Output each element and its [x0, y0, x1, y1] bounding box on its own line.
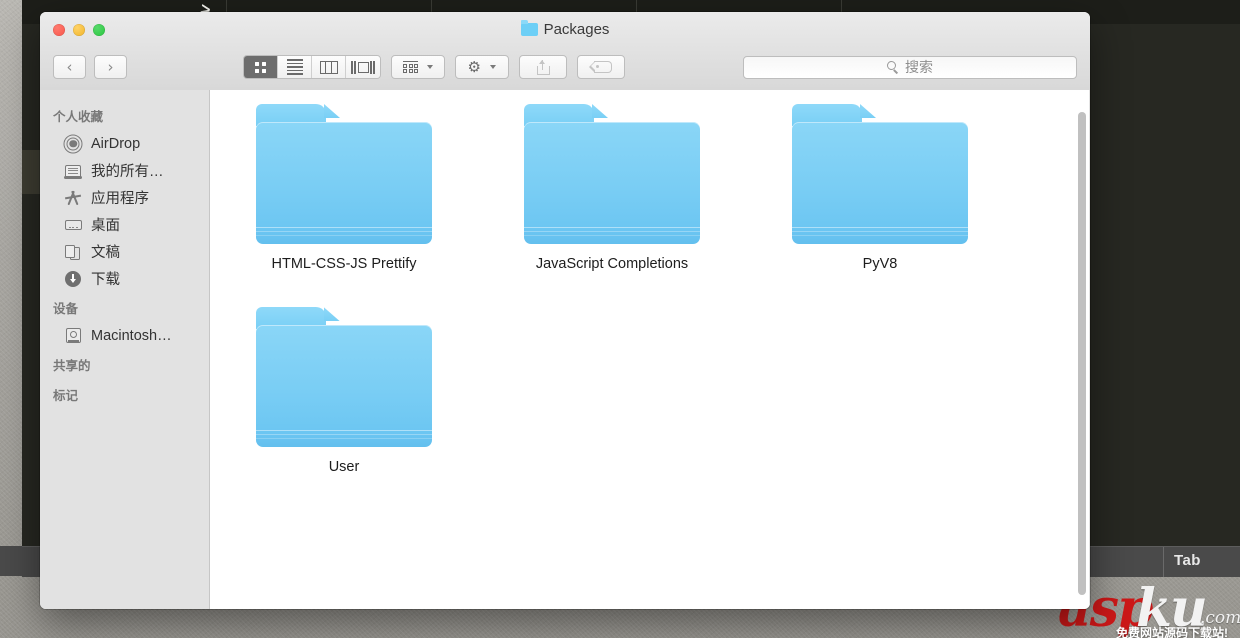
folder-icon: [256, 307, 432, 448]
sidebar-item-all-my-files[interactable]: 我的所有…: [40, 157, 209, 184]
hard-drive-icon: [64, 327, 82, 345]
applications-icon: [64, 189, 82, 207]
file-label: PyV8: [862, 256, 898, 272]
list-view-icon: [286, 59, 303, 75]
icon-view-button[interactable]: [244, 56, 278, 78]
chevron-down-icon: [490, 65, 497, 69]
folder-icon: [256, 104, 432, 244]
finder-toolbar[interactable]: ‹ › ⚙ 搜索: [40, 50, 1090, 84]
finder-sidebar[interactable]: 个人收藏 AirDrop 我的所有… 应用程序 桌面 文稿 下载 设备 Maci…: [40, 90, 210, 609]
sidebar-item-label: AirDrop: [91, 135, 141, 152]
file-item[interactable]: User: [210, 307, 478, 476]
file-item[interactable]: PyV8: [746, 104, 1014, 273]
screen: > Tab asp ku .com 免费网站源码下载站! Packages: [0, 0, 1240, 638]
file-item[interactable]: HTML-CSS-JS Prettify: [210, 104, 478, 273]
window-title: Packages: [40, 20, 1090, 38]
folder-icon: [792, 104, 968, 244]
action-menu-button[interactable]: ⚙: [455, 55, 509, 79]
view-mode-segmented-control[interactable]: [243, 55, 381, 79]
content-right-edge: [1089, 90, 1090, 609]
sidebar-item-label: 应用程序: [91, 191, 149, 207]
grid-view-icon: [255, 61, 266, 73]
sidebar-item-applications[interactable]: 应用程序: [40, 184, 209, 211]
all-my-files-icon: [64, 162, 82, 180]
folder-icon: [524, 104, 700, 244]
search-icon: [887, 61, 899, 74]
file-label: User: [328, 459, 360, 476]
arrange-by-icon: [403, 60, 418, 74]
file-item[interactable]: JavaScript Completions: [478, 104, 746, 273]
vertical-scrollbar[interactable]: [1078, 112, 1086, 595]
status-bar-separator: [1163, 547, 1164, 577]
finder-titlebar[interactable]: Packages ‹ › ⚙ 搜索: [40, 12, 1090, 91]
sidebar-section-tags-header: 标记: [53, 389, 79, 403]
downloads-icon: [64, 270, 82, 288]
file-browser-content[interactable]: HTML-CSS-JS Prettify JavaScript Completi…: [210, 90, 1090, 609]
file-label: JavaScript Completions: [535, 256, 689, 272]
coverflow-view-icon: [351, 60, 375, 74]
file-icon-grid: HTML-CSS-JS Prettify JavaScript Completi…: [210, 90, 1090, 477]
list-view-button[interactable]: [278, 56, 312, 78]
forward-button[interactable]: ›: [94, 55, 127, 79]
gallery-view-button[interactable]: [346, 56, 380, 78]
sidebar-item-label: 我的所有…: [91, 164, 164, 180]
tag-icon: [589, 61, 612, 73]
column-view-icon: [319, 60, 338, 74]
search-placeholder: 搜索: [905, 59, 933, 75]
sidebar-item-label: Macintosh…: [91, 327, 172, 344]
tag-button[interactable]: [577, 55, 625, 79]
sidebar-item-label: 文稿: [91, 245, 120, 261]
finder-window[interactable]: Packages ‹ › ⚙ 搜索 个人收藏 AirDrop 我的所有… 应用程…: [40, 12, 1090, 609]
sidebar-section-devices-header: 设备: [53, 302, 79, 316]
chevron-left-icon: ‹: [66, 57, 73, 76]
sidebar-item-label: 桌面: [91, 218, 120, 234]
share-button[interactable]: [519, 55, 567, 79]
share-icon: [536, 59, 550, 75]
folder-icon: [520, 20, 538, 36]
arrange-by-button[interactable]: [391, 55, 445, 79]
file-label: HTML-CSS-JS Prettify: [271, 256, 417, 272]
status-bar-tab-label: Tab: [1174, 552, 1201, 569]
sidebar-item-downloads[interactable]: 下载: [40, 265, 209, 292]
desktop-shelf: [0, 546, 22, 576]
airdrop-icon: [63, 134, 83, 153]
gear-icon: ⚙: [467, 58, 481, 76]
sidebar-section-favorites-header: 个人收藏: [53, 110, 104, 124]
chevron-down-icon: [427, 65, 433, 69]
sidebar-item-desktop[interactable]: 桌面: [40, 211, 209, 238]
documents-icon: [64, 243, 82, 261]
sidebar-item-airdrop[interactable]: AirDrop: [40, 130, 209, 157]
sidebar-item-documents[interactable]: 文稿: [40, 238, 209, 265]
back-button[interactable]: ‹: [53, 55, 86, 79]
sidebar-section-shared-header: 共享的: [53, 359, 91, 373]
column-view-button[interactable]: [312, 56, 346, 78]
desktop-icon: [64, 216, 82, 234]
chevron-right-icon: ›: [107, 57, 114, 76]
search-field[interactable]: 搜索: [743, 55, 1077, 79]
sidebar-item-macintosh-hd[interactable]: Macintosh…: [40, 322, 209, 349]
finder-body: 个人收藏 AirDrop 我的所有… 应用程序 桌面 文稿 下载 设备 Maci…: [40, 90, 1090, 609]
sidebar-item-label: 下载: [91, 272, 120, 288]
window-title-text: Packages: [543, 21, 610, 38]
navigation-buttons[interactable]: ‹ ›: [53, 55, 127, 79]
